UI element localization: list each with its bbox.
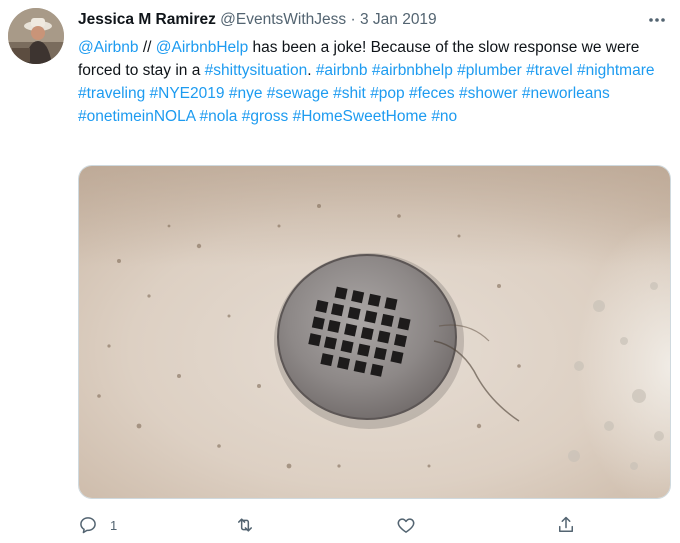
author-name[interactable]: Jessica M Ramirez xyxy=(78,11,216,28)
hashtag-link[interactable]: #shit xyxy=(333,85,366,102)
reply-icon xyxy=(80,517,96,534)
hashtag-link[interactable]: #sewage xyxy=(267,85,329,102)
tweet-header: Jessica M Ramirez @EventsWithJess · 3 Ja… xyxy=(78,9,638,31)
share-icon xyxy=(559,516,573,532)
tweet-text: @Airbnb // @AirbnbHelp has been a joke! … xyxy=(78,36,674,128)
hashtag-link[interactable]: #HomeSweetHome xyxy=(293,108,427,125)
tweet-image[interactable] xyxy=(78,165,671,499)
mention-link[interactable]: @AirbnbHelp xyxy=(156,39,248,56)
tweet-actions: 1 xyxy=(78,510,598,540)
hashtag-link[interactable]: #plumber xyxy=(457,62,522,79)
hashtag-link[interactable]: #feces xyxy=(409,85,455,102)
tweet-text-segment: // xyxy=(138,39,156,56)
hashtag-link[interactable]: #nye xyxy=(229,85,263,102)
separator: · xyxy=(350,11,356,28)
reply-button[interactable]: 1 xyxy=(78,510,117,540)
tweet-date[interactable]: 3 Jan 2019 xyxy=(360,11,437,28)
hashtag-link[interactable]: #nightmare xyxy=(577,62,655,79)
hashtag-link[interactable]: #no xyxy=(431,108,457,125)
hashtag-link[interactable]: #gross xyxy=(242,108,289,125)
retweet-icon xyxy=(238,518,252,532)
hashtag-link[interactable]: #airbnb xyxy=(316,62,368,79)
hashtag-link[interactable]: #travel xyxy=(526,62,573,79)
reply-count: 1 xyxy=(110,517,118,533)
avatar-photo xyxy=(8,8,64,64)
share-button[interactable] xyxy=(556,510,576,540)
hashtag-link[interactable]: #traveling xyxy=(78,85,145,102)
more-icon xyxy=(649,18,665,22)
tweet[interactable]: Jessica M Ramirez @EventsWithJess · 3 Ja… xyxy=(0,0,680,543)
mention-link[interactable]: @Airbnb xyxy=(78,39,139,56)
hashtag-link[interactable]: #shower xyxy=(459,85,518,102)
like-button[interactable] xyxy=(396,510,416,540)
hashtag-link[interactable]: #neworleans xyxy=(522,85,610,102)
shower-drain-photo xyxy=(79,166,670,498)
more-button[interactable] xyxy=(646,10,668,30)
tweet-text-segment: . xyxy=(307,62,316,79)
hashtag-link[interactable]: #NYE2019 xyxy=(150,85,225,102)
hashtag-link[interactable]: #nola xyxy=(200,108,238,125)
retweet-button[interactable] xyxy=(234,510,256,540)
like-icon xyxy=(397,518,415,533)
hashtag-link[interactable]: #airbnbhelp xyxy=(372,62,453,79)
hashtag-link[interactable]: #shittysituation xyxy=(205,62,308,79)
author-handle[interactable]: @EventsWithJess xyxy=(220,11,346,28)
hashtag-link[interactable]: #pop xyxy=(370,85,404,102)
avatar[interactable] xyxy=(8,8,64,64)
hashtag-link[interactable]: #onetimeinNOLA xyxy=(78,108,195,125)
